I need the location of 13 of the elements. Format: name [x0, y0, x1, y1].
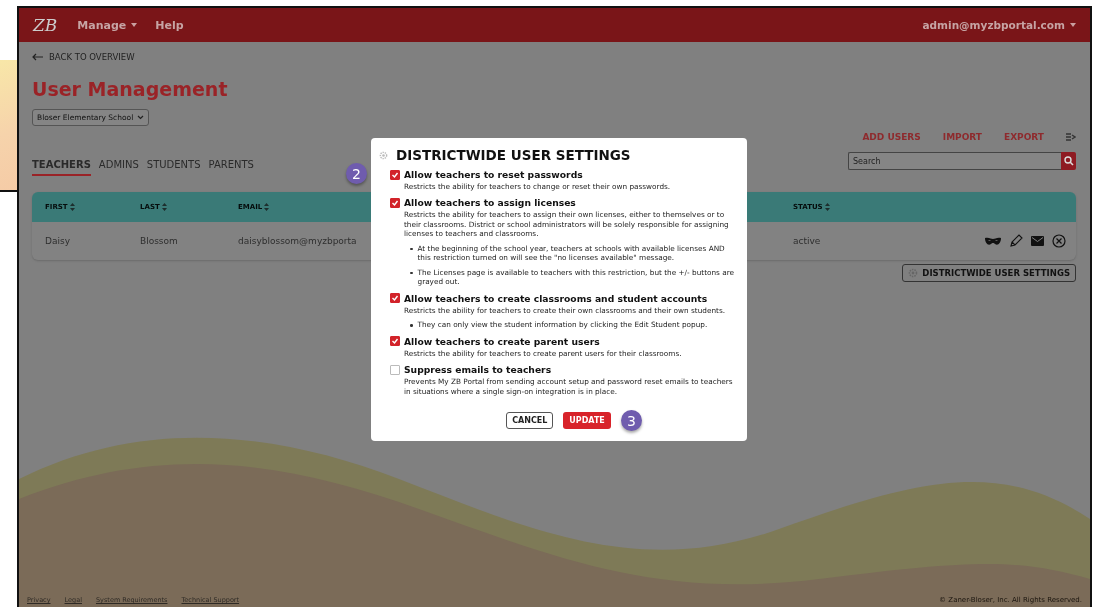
setting-label: Allow teachers to create classrooms and student accounts: [404, 292, 708, 304]
table-cell-text: Daisy: [45, 236, 71, 246]
table-cell-text: active: [793, 236, 822, 246]
setting-label: Allow teachers to create parent users: [404, 335, 600, 347]
page-title: User Management: [32, 78, 229, 100]
setting-label: Suppress emails to teachers: [404, 364, 552, 376]
step-badge: 3: [620, 410, 642, 432]
step-badge: 2: [346, 163, 367, 184]
dialog-title: DISTRICTWIDE USER SETTINGS: [396, 147, 631, 163]
setting-label: Allow teachers to reset passwords: [404, 169, 583, 180]
setting-label: Allow teachers to assign licenses: [404, 197, 576, 209]
table-cell-text: Blossom: [140, 236, 179, 246]
table-cell-text: daisyblossom@myzbporta: [238, 236, 358, 246]
